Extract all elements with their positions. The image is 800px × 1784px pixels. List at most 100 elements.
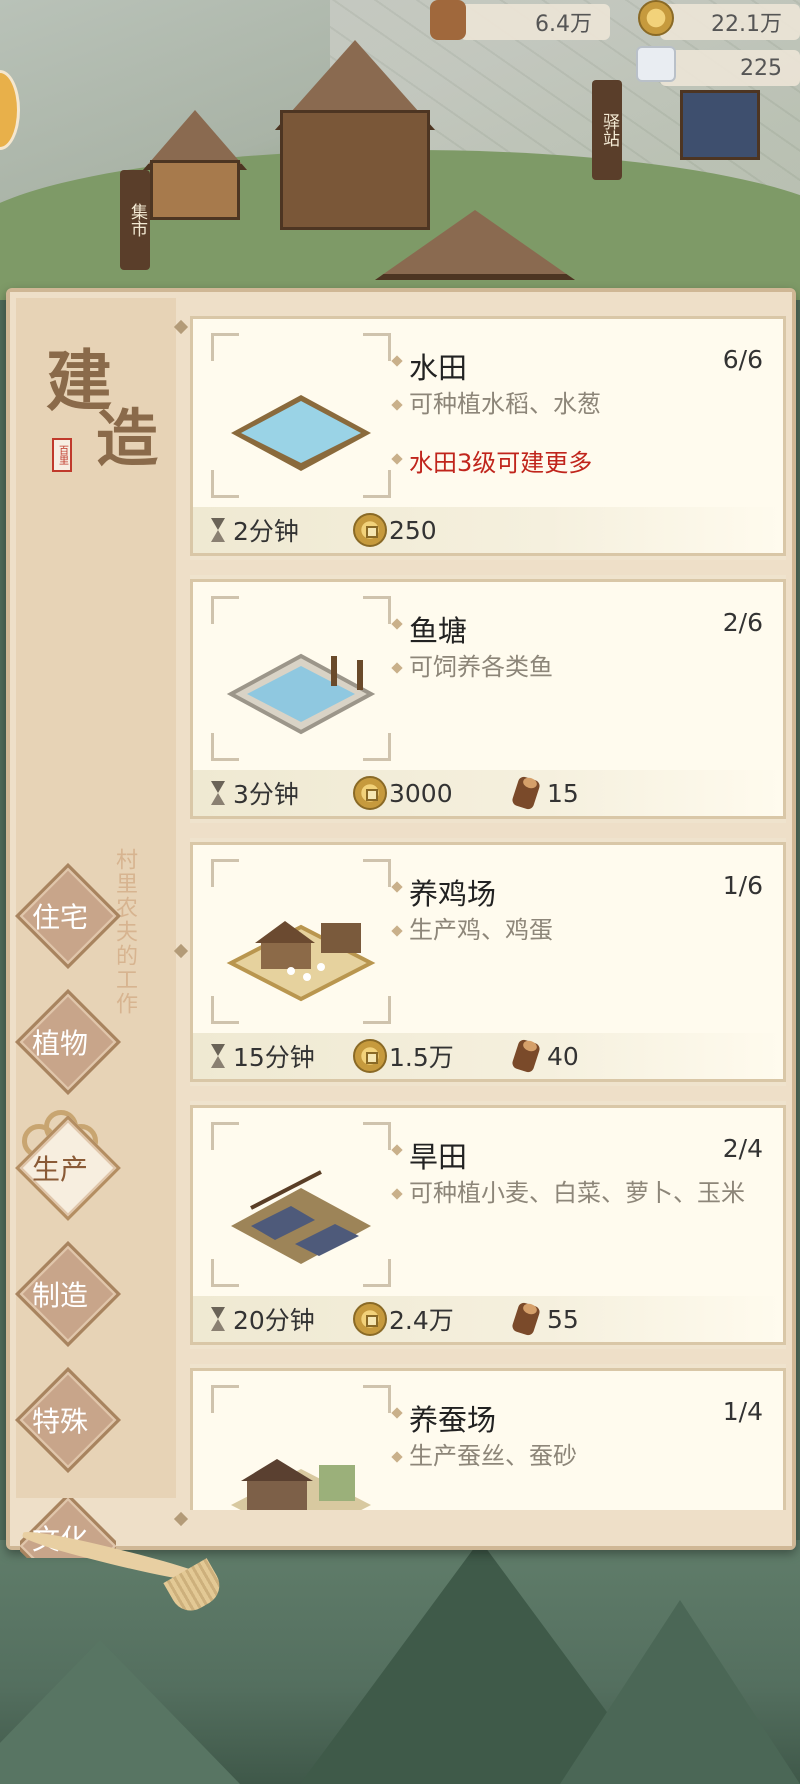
build-time: 20分钟 (209, 1302, 315, 1336)
wood-amount: 6.4万 (535, 12, 592, 37)
coin-icon (638, 0, 674, 36)
coin-icon (353, 513, 387, 547)
coin-value: 250 (389, 515, 437, 545)
cost-bar: 15分钟 1.5万 40 (193, 1033, 783, 1079)
seal-stamp: 百里 (52, 438, 72, 472)
main-house[interactable] (280, 110, 430, 230)
building-name: 鱼塘 (409, 614, 468, 648)
desc-bullet (391, 1188, 403, 1200)
coin-cost: 2.4万 (353, 1302, 454, 1336)
coin-cost: 3000 (353, 776, 453, 810)
wood-log-icon (511, 1039, 541, 1073)
sign-station[interactable]: 驿站 (592, 80, 622, 180)
hourglass-icon (209, 1042, 227, 1070)
building-card-chicken-farm[interactable]: 养鸡场 1/6 生产鸡、鸡蛋 15分钟 1.5万 40 (190, 842, 786, 1082)
hourglass-icon (209, 516, 227, 544)
building-list[interactable]: 水田 6/6 可种植水稻、水葱 水田3级可建更多 2分钟 250 鱼塘 2/6 … (190, 316, 786, 1510)
stone-resource: 225 (660, 50, 800, 86)
wood-value: 40 (547, 1041, 579, 1071)
building-name: 旱田 (409, 1140, 468, 1174)
coin-icon (353, 1302, 387, 1336)
time-value: 3分钟 (233, 780, 299, 809)
desc-bullet (391, 1451, 403, 1463)
station-cart[interactable] (680, 90, 760, 160)
building-description: 生产鸡、鸡蛋 (409, 916, 553, 944)
name-bullet (391, 1407, 403, 1419)
tab-special[interactable]: 特殊 (15, 1367, 121, 1473)
building-count: 2/4 (722, 1134, 763, 1163)
wood-log-icon (511, 1302, 541, 1336)
tab-crafting[interactable]: 制造 (15, 1241, 121, 1347)
coin-value: 3000 (389, 778, 453, 808)
tab-residence[interactable]: 住宅 (15, 863, 121, 969)
tab-label: 住宅 (31, 901, 88, 934)
building-name: 水田 (409, 351, 468, 385)
wood-cost: 15 (511, 776, 579, 810)
building-thumbnail (211, 1385, 391, 1510)
edge-button[interactable] (0, 70, 20, 150)
building-card-dry-field[interactable]: 旱田 2/4 可种植小麦、白菜、萝卜、玉米 20分钟 2.4万 55 (190, 1105, 786, 1345)
wood-value: 55 (547, 1304, 579, 1334)
mountain-peak (560, 1600, 800, 1784)
coin-amount: 22.1万 (711, 12, 782, 37)
tassel-ornament (20, 1540, 230, 1610)
title-char: 造 (96, 402, 159, 475)
building-card-silkworm-farm[interactable]: 养蚕场 1/4 生产蚕丝、蚕砂 (190, 1368, 786, 1510)
building-count: 1/6 (722, 871, 763, 900)
wood-resource: 6.4万 (460, 4, 610, 40)
building-count: 6/6 (722, 345, 763, 374)
coin-icon (353, 776, 387, 810)
coin-resource: 22.1万 (660, 4, 800, 40)
building-description: 可种植小麦、白菜、萝卜、玉米 (409, 1179, 745, 1207)
building-description: 可种植水稻、水葱 (409, 390, 601, 418)
sign-market[interactable]: 集市 (120, 170, 150, 270)
building-thumbnail (211, 333, 391, 498)
town-scene: 集市 驿站 6.4万 22.1万 225 (0, 0, 800, 300)
upgrade-warning: 水田3级可建更多 (409, 449, 593, 477)
building-description: 生产蚕丝、蚕砂 (409, 1442, 577, 1470)
coin-value: 2.4万 (389, 1306, 454, 1335)
building-description: 可饲养各类鱼 (409, 653, 553, 681)
mountain-peak (0, 1640, 240, 1784)
wood-value: 15 (547, 778, 579, 808)
build-time: 3分钟 (209, 776, 299, 810)
building-thumbnail (211, 596, 391, 761)
building-card-paddy[interactable]: 水田 6/6 可种植水稻、水葱 水田3级可建更多 2分钟 250 (190, 316, 786, 556)
name-bullet (391, 1144, 403, 1156)
tab-label: 制造 (31, 1279, 88, 1312)
desc-bullet (391, 662, 403, 674)
build-time: 15分钟 (209, 1039, 315, 1073)
coin-icon (353, 1039, 387, 1073)
desc-bullet (391, 399, 403, 411)
building-card-fishpond[interactable]: 鱼塘 2/6 可饲养各类鱼 3分钟 3000 15 (190, 579, 786, 819)
building-thumbnail (211, 859, 391, 1024)
hourglass-icon (209, 779, 227, 807)
name-bullet (391, 618, 403, 630)
hourglass-icon (209, 1305, 227, 1333)
tab-label: 特殊 (31, 1405, 88, 1438)
time-value: 2分钟 (233, 517, 299, 546)
tab-label: 植物 (31, 1027, 88, 1060)
wood-log-icon (511, 776, 541, 810)
stone-icon (636, 46, 676, 82)
stone-amount: 225 (740, 55, 782, 81)
building-thumbnail (211, 1122, 391, 1287)
building-count: 2/6 (722, 608, 763, 637)
cost-bar: 3分钟 3000 15 (193, 770, 783, 816)
market-stall[interactable] (150, 160, 240, 220)
name-bullet (391, 355, 403, 367)
name-bullet (391, 881, 403, 893)
wood-cost: 40 (511, 1039, 579, 1073)
coin-cost: 1.5万 (353, 1039, 454, 1073)
wood-cost: 55 (511, 1302, 579, 1336)
coin-value: 1.5万 (389, 1043, 454, 1072)
coin-cost: 250 (353, 513, 437, 547)
building-name: 养鸡场 (409, 877, 497, 911)
building-count: 1/4 (722, 1397, 763, 1426)
wood-icon (430, 0, 466, 40)
desc-bullet (391, 925, 403, 937)
tab-production[interactable]: 生产 (15, 1115, 121, 1221)
tab-plants[interactable]: 植物 (15, 989, 121, 1095)
cost-bar: 20分钟 2.4万 55 (193, 1296, 783, 1342)
time-value: 20分钟 (233, 1306, 315, 1335)
